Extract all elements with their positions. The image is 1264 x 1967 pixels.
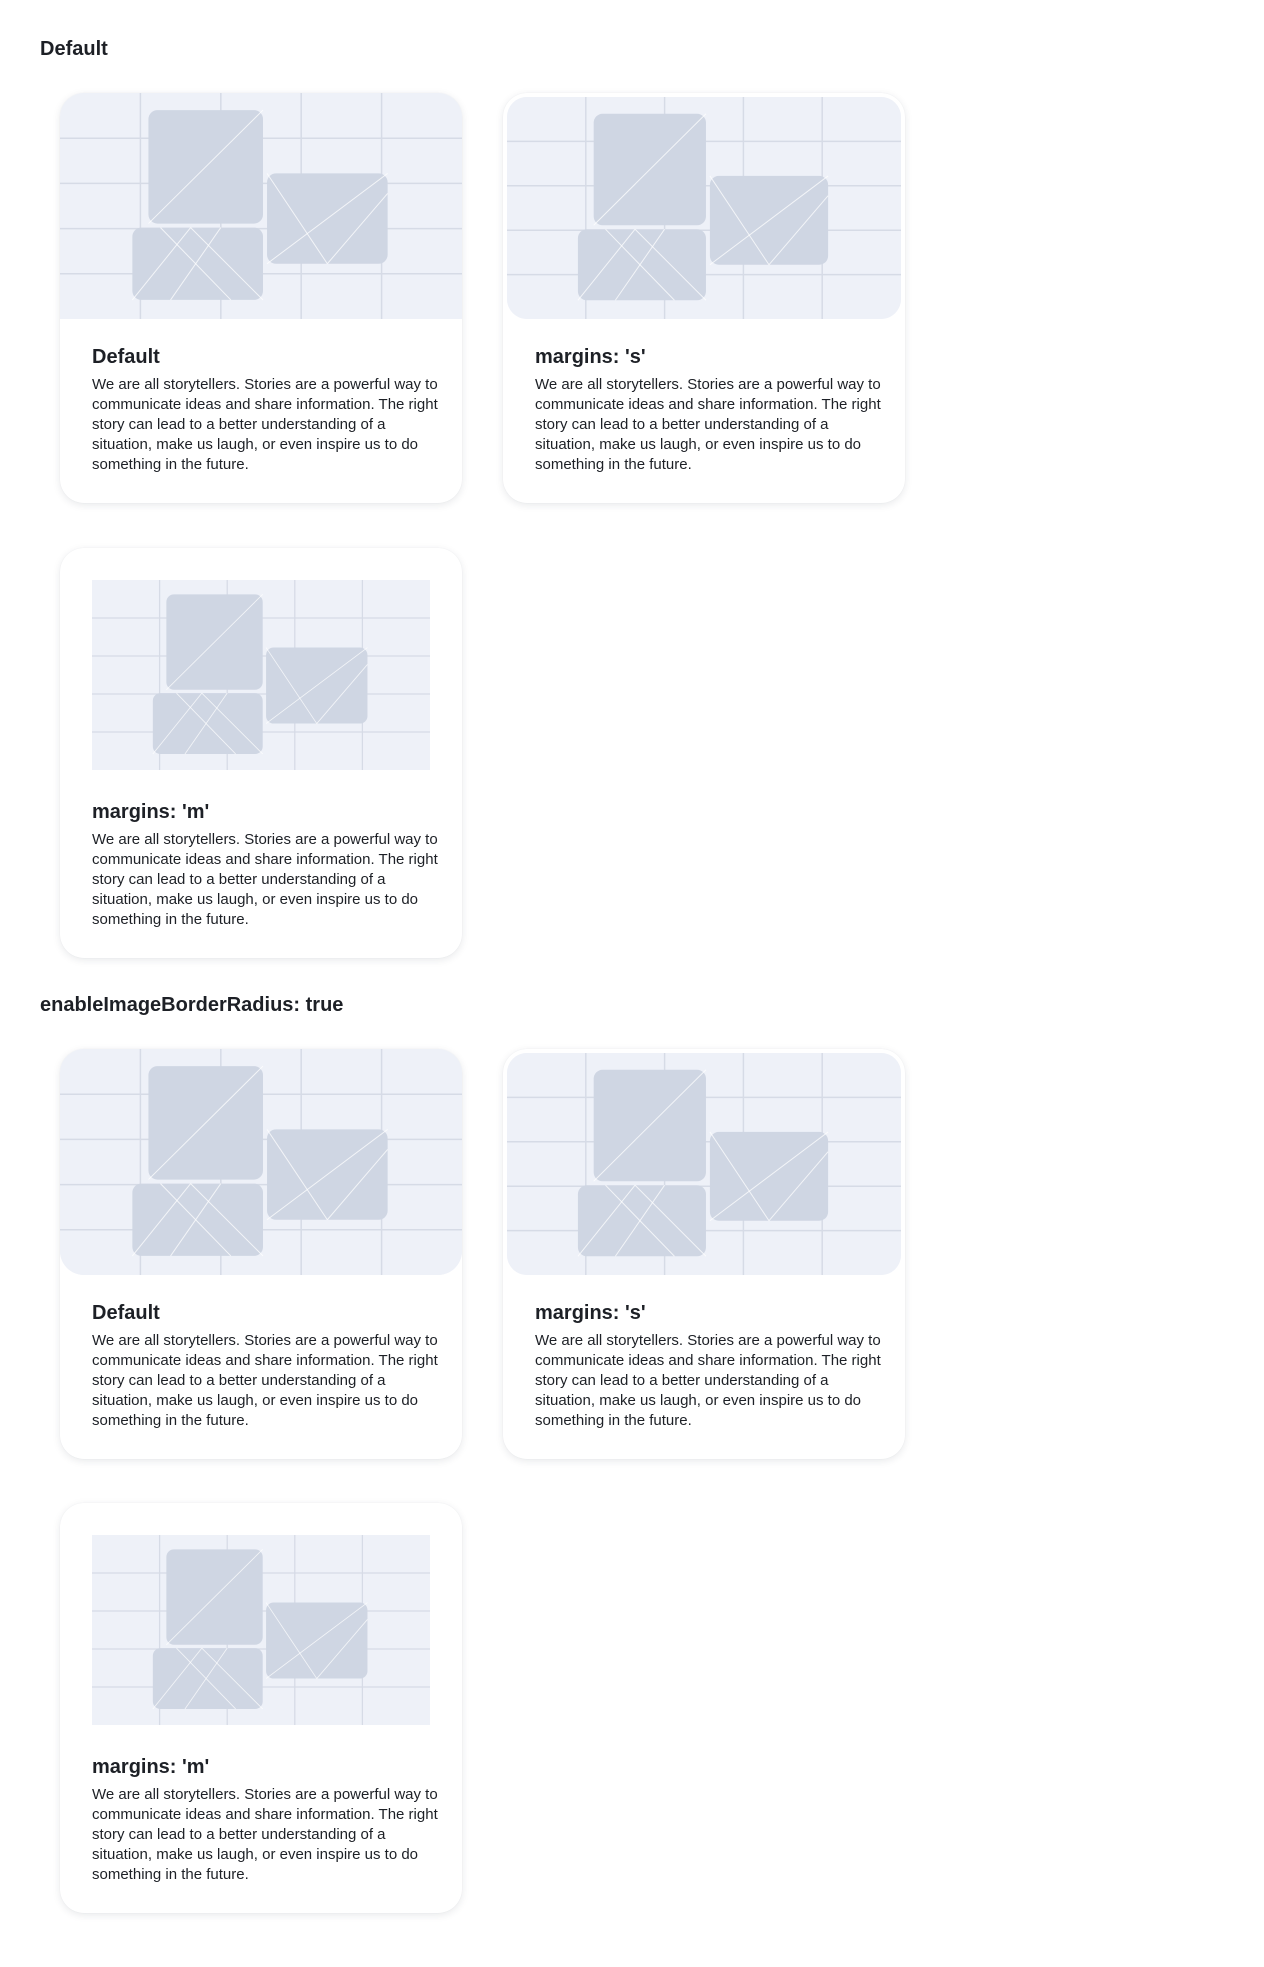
image-placeholder-icon [92, 580, 430, 770]
card-default: Default We are all storytellers. Stories… [60, 93, 462, 503]
image-placeholder-icon [60, 93, 462, 319]
card-text: We are all storytellers. Stories are a p… [92, 1332, 438, 1429]
section-title-enable-image-border-radius: enableImageBorderRadius: true [40, 994, 344, 1016]
card-title: margins: 's' [535, 346, 646, 368]
card-title: Default [92, 1302, 160, 1324]
image-placeholder-icon [507, 97, 901, 319]
card-margins-m: margins: 'm' We are all storytellers. St… [60, 1503, 462, 1913]
card-default: Default We are all storytellers. Stories… [60, 1049, 462, 1459]
card-text: We are all storytellers. Stories are a p… [92, 1786, 438, 1883]
card-title: margins: 's' [535, 1302, 646, 1324]
card-title: margins: 'm' [92, 1756, 210, 1778]
image-placeholder-icon [92, 1535, 430, 1725]
image-placeholder-icon [60, 1049, 462, 1275]
card-margins-s: margins: 's' We are all storytellers. St… [503, 93, 905, 503]
card-margins-m: margins: 'm' We are all storytellers. St… [60, 548, 462, 958]
card-title: Default [92, 346, 160, 368]
card-text: We are all storytellers. Stories are a p… [535, 376, 881, 473]
card-text: We are all storytellers. Stories are a p… [535, 1332, 881, 1429]
card-text: We are all storytellers. Stories are a p… [92, 376, 438, 473]
card-margins-s: margins: 's' We are all storytellers. St… [503, 1049, 905, 1459]
card-title: margins: 'm' [92, 801, 210, 823]
section-title-default: Default [40, 38, 108, 60]
card-text: We are all storytellers. Stories are a p… [92, 831, 438, 928]
image-placeholder-icon [507, 1053, 901, 1275]
